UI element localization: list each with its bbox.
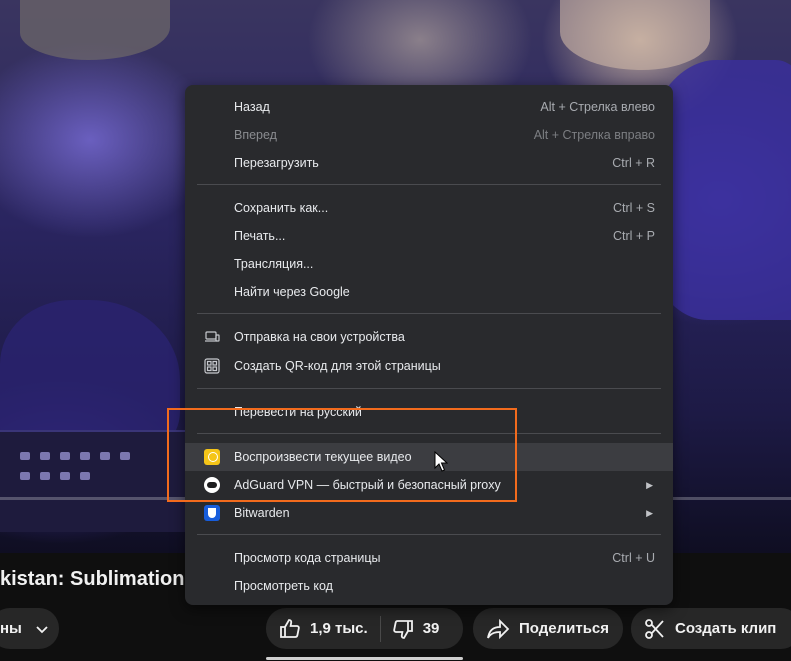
menu-item-shortcut: Ctrl + P: [612, 229, 655, 243]
menu-divider: [197, 388, 661, 389]
share-label: Поделиться: [519, 620, 610, 637]
like-dislike-group: 1,9 тыс. 39: [266, 608, 463, 649]
submenu-arrow-icon: ▶: [646, 507, 653, 518]
menu-item-shortcut: Ctrl + R: [612, 156, 655, 170]
menu-item-label: Сохранить как...: [234, 201, 329, 215]
like-count: 1,9 тыс.: [310, 620, 368, 637]
menu-item-bitwarden[interactable]: Bitwarden ▶: [185, 499, 673, 527]
menu-item-back[interactable]: Назад Alt + Стрелка влево: [185, 93, 673, 121]
like-divider: [379, 615, 381, 642]
menu-item-label: Перезагрузить: [234, 156, 319, 170]
like-ratio-bar: [266, 657, 463, 660]
chevron-down-icon: [36, 625, 48, 633]
thumbs-down-icon: [392, 619, 413, 639]
menu-item-label: Отправка на свои устройства: [234, 330, 405, 344]
subscribe-button[interactable]: ны: [0, 608, 59, 649]
menu-item-label: Bitwarden: [234, 506, 290, 520]
annotation-highlight-box: [167, 408, 517, 502]
mouse-cursor-icon: [434, 451, 448, 472]
menu-item-shortcut: Ctrl + S: [612, 201, 655, 215]
submenu-arrow-icon: ▶: [646, 479, 653, 490]
share-button[interactable]: Поделиться: [473, 608, 623, 649]
thumbs-up-icon: [280, 618, 300, 638]
subscribe-label: ны: [0, 620, 22, 637]
like-button[interactable]: 1,9 тыс.: [278, 617, 368, 641]
qr-code-icon: [204, 358, 220, 374]
menu-item-view-source[interactable]: Просмотр кода страницы Ctrl + U: [185, 544, 673, 572]
dislike-count: 39: [422, 620, 440, 637]
menu-item-label: Найти через Google: [234, 285, 350, 299]
menu-item-label: Создать QR-код для этой страницы: [234, 359, 441, 373]
menu-item-save-as[interactable]: Сохранить как... Ctrl + S: [185, 194, 673, 222]
menu-item-send-to-devices[interactable]: Отправка на свои устройства: [185, 323, 673, 351]
menu-item-label: Просмотр кода страницы: [234, 551, 381, 565]
create-clip-label: Создать клип: [675, 620, 777, 637]
menu-item-label: Вперед: [234, 128, 277, 142]
menu-item-qr-code[interactable]: Создать QR-код для этой страницы: [185, 352, 673, 380]
menu-item-shortcut: Ctrl + U: [612, 551, 655, 565]
video-frame-shape: [560, 0, 710, 70]
video-frame-shape: [20, 0, 170, 60]
menu-item-label: Печать...: [234, 229, 286, 243]
menu-divider: [197, 184, 661, 185]
menu-item-inspect[interactable]: Просмотреть код: [185, 572, 673, 600]
menu-item-label: Трансляция...: [234, 257, 314, 271]
menu-divider: [197, 313, 661, 314]
devices-icon: [205, 331, 220, 342]
menu-item-search-google[interactable]: Найти через Google: [185, 278, 673, 306]
menu-item-shortcut: Alt + Стрелка вправо: [533, 128, 655, 142]
dislike-button[interactable]: 39: [391, 617, 440, 641]
video-title: kistan: Sublimation: [0, 568, 185, 590]
menu-item-label: Просмотреть код: [234, 579, 333, 593]
menu-divider: [197, 534, 661, 535]
create-clip-button[interactable]: Создать клип: [631, 608, 791, 649]
menu-item-forward[interactable]: Вперед Alt + Стрелка вправо: [185, 121, 673, 149]
menu-item-label: Назад: [234, 100, 270, 114]
context-menu: Назад Alt + Стрелка влево Вперед Alt + С…: [185, 85, 673, 605]
menu-item-shortcut: Alt + Стрелка влево: [540, 100, 655, 114]
scissors-icon: [645, 618, 664, 639]
share-icon: [487, 618, 510, 639]
menu-item-cast[interactable]: Трансляция...: [185, 250, 673, 278]
menu-item-print[interactable]: Печать... Ctrl + P: [185, 222, 673, 250]
bitwarden-icon: [204, 505, 220, 521]
menu-item-reload[interactable]: Перезагрузить Ctrl + R: [185, 149, 673, 177]
